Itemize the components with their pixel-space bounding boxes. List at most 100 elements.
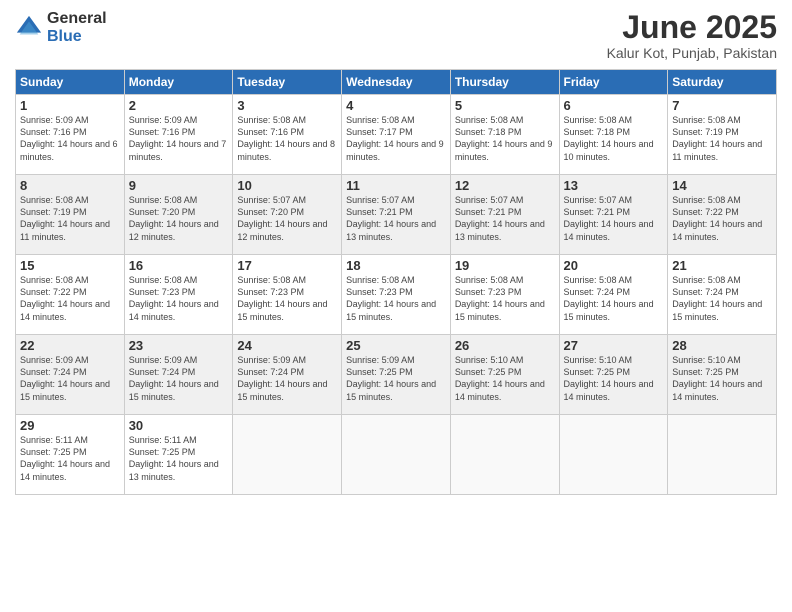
day-info: Sunrise: 5:10 AM Sunset: 7:25 PM Dayligh… [672,354,772,403]
day-info: Sunrise: 5:08 AM Sunset: 7:18 PM Dayligh… [564,114,664,163]
day-info: Sunrise: 5:08 AM Sunset: 7:17 PM Dayligh… [346,114,446,163]
day-info: Sunrise: 5:07 AM Sunset: 7:21 PM Dayligh… [564,194,664,243]
table-row: 11 Sunrise: 5:07 AM Sunset: 7:21 PM Dayl… [342,175,451,255]
day-info: Sunrise: 5:07 AM Sunset: 7:20 PM Dayligh… [237,194,337,243]
calendar-page: General Blue June 2025 Kalur Kot, Punjab… [0,0,792,612]
table-row: 6 Sunrise: 5:08 AM Sunset: 7:18 PM Dayli… [559,95,668,175]
day-info: Sunrise: 5:08 AM Sunset: 7:23 PM Dayligh… [237,274,337,323]
table-row: 16 Sunrise: 5:08 AM Sunset: 7:23 PM Dayl… [124,255,233,335]
table-row: 23 Sunrise: 5:09 AM Sunset: 7:24 PM Dayl… [124,335,233,415]
day-info: Sunrise: 5:08 AM Sunset: 7:19 PM Dayligh… [20,194,120,243]
col-saturday: Saturday [668,70,777,95]
day-number: 24 [237,338,337,353]
table-row: 5 Sunrise: 5:08 AM Sunset: 7:18 PM Dayli… [450,95,559,175]
day-number: 16 [129,258,229,273]
day-number: 21 [672,258,772,273]
day-number: 14 [672,178,772,193]
day-info: Sunrise: 5:10 AM Sunset: 7:25 PM Dayligh… [564,354,664,403]
day-info: Sunrise: 5:08 AM Sunset: 7:23 PM Dayligh… [346,274,446,323]
calendar-week-row: 29 Sunrise: 5:11 AM Sunset: 7:25 PM Dayl… [16,415,777,495]
table-row [668,415,777,495]
day-info: Sunrise: 5:10 AM Sunset: 7:25 PM Dayligh… [455,354,555,403]
col-thursday: Thursday [450,70,559,95]
day-number: 4 [346,98,446,113]
table-row: 17 Sunrise: 5:08 AM Sunset: 7:23 PM Dayl… [233,255,342,335]
day-info: Sunrise: 5:07 AM Sunset: 7:21 PM Dayligh… [455,194,555,243]
day-number: 15 [20,258,120,273]
day-info: Sunrise: 5:08 AM Sunset: 7:24 PM Dayligh… [672,274,772,323]
day-info: Sunrise: 5:11 AM Sunset: 7:25 PM Dayligh… [20,434,120,483]
day-info: Sunrise: 5:09 AM Sunset: 7:25 PM Dayligh… [346,354,446,403]
table-row: 21 Sunrise: 5:08 AM Sunset: 7:24 PM Dayl… [668,255,777,335]
day-number: 12 [455,178,555,193]
table-row: 18 Sunrise: 5:08 AM Sunset: 7:23 PM Dayl… [342,255,451,335]
calendar-header-row: Sunday Monday Tuesday Wednesday Thursday… [16,70,777,95]
table-row: 7 Sunrise: 5:08 AM Sunset: 7:19 PM Dayli… [668,95,777,175]
day-number: 7 [672,98,772,113]
day-number: 5 [455,98,555,113]
table-row: 22 Sunrise: 5:09 AM Sunset: 7:24 PM Dayl… [16,335,125,415]
calendar-week-row: 8 Sunrise: 5:08 AM Sunset: 7:19 PM Dayli… [16,175,777,255]
table-row: 24 Sunrise: 5:09 AM Sunset: 7:24 PM Dayl… [233,335,342,415]
table-row [342,415,451,495]
calendar-week-row: 22 Sunrise: 5:09 AM Sunset: 7:24 PM Dayl… [16,335,777,415]
table-row: 28 Sunrise: 5:10 AM Sunset: 7:25 PM Dayl… [668,335,777,415]
day-info: Sunrise: 5:08 AM Sunset: 7:20 PM Dayligh… [129,194,229,243]
day-info: Sunrise: 5:08 AM Sunset: 7:16 PM Dayligh… [237,114,337,163]
day-info: Sunrise: 5:08 AM Sunset: 7:19 PM Dayligh… [672,114,772,163]
day-number: 23 [129,338,229,353]
table-row: 4 Sunrise: 5:08 AM Sunset: 7:17 PM Dayli… [342,95,451,175]
logo: General Blue [15,10,107,45]
table-row: 1 Sunrise: 5:09 AM Sunset: 7:16 PM Dayli… [16,95,125,175]
col-sunday: Sunday [16,70,125,95]
day-info: Sunrise: 5:08 AM Sunset: 7:23 PM Dayligh… [129,274,229,323]
table-row [450,415,559,495]
calendar-table: Sunday Monday Tuesday Wednesday Thursday… [15,69,777,495]
table-row: 3 Sunrise: 5:08 AM Sunset: 7:16 PM Dayli… [233,95,342,175]
table-row: 29 Sunrise: 5:11 AM Sunset: 7:25 PM Dayl… [16,415,125,495]
day-number: 19 [455,258,555,273]
table-row: 2 Sunrise: 5:09 AM Sunset: 7:16 PM Dayli… [124,95,233,175]
day-number: 20 [564,258,664,273]
col-wednesday: Wednesday [342,70,451,95]
day-number: 2 [129,98,229,113]
day-number: 28 [672,338,772,353]
calendar-week-row: 15 Sunrise: 5:08 AM Sunset: 7:22 PM Dayl… [16,255,777,335]
logo-icon [15,14,43,42]
day-number: 8 [20,178,120,193]
table-row: 10 Sunrise: 5:07 AM Sunset: 7:20 PM Dayl… [233,175,342,255]
calendar-week-row: 1 Sunrise: 5:09 AM Sunset: 7:16 PM Dayli… [16,95,777,175]
day-number: 13 [564,178,664,193]
day-info: Sunrise: 5:08 AM Sunset: 7:22 PM Dayligh… [672,194,772,243]
table-row: 8 Sunrise: 5:08 AM Sunset: 7:19 PM Dayli… [16,175,125,255]
table-row: 12 Sunrise: 5:07 AM Sunset: 7:21 PM Dayl… [450,175,559,255]
table-row [233,415,342,495]
day-number: 11 [346,178,446,193]
table-row: 20 Sunrise: 5:08 AM Sunset: 7:24 PM Dayl… [559,255,668,335]
day-info: Sunrise: 5:08 AM Sunset: 7:23 PM Dayligh… [455,274,555,323]
day-info: Sunrise: 5:09 AM Sunset: 7:24 PM Dayligh… [237,354,337,403]
day-info: Sunrise: 5:09 AM Sunset: 7:16 PM Dayligh… [20,114,120,163]
day-number: 18 [346,258,446,273]
title-block: June 2025 Kalur Kot, Punjab, Pakistan [607,10,777,61]
table-row: 30 Sunrise: 5:11 AM Sunset: 7:25 PM Dayl… [124,415,233,495]
day-info: Sunrise: 5:09 AM Sunset: 7:24 PM Dayligh… [20,354,120,403]
day-number: 27 [564,338,664,353]
day-number: 6 [564,98,664,113]
day-info: Sunrise: 5:09 AM Sunset: 7:24 PM Dayligh… [129,354,229,403]
col-friday: Friday [559,70,668,95]
table-row: 14 Sunrise: 5:08 AM Sunset: 7:22 PM Dayl… [668,175,777,255]
table-row: 13 Sunrise: 5:07 AM Sunset: 7:21 PM Dayl… [559,175,668,255]
day-info: Sunrise: 5:08 AM Sunset: 7:24 PM Dayligh… [564,274,664,323]
table-row: 26 Sunrise: 5:10 AM Sunset: 7:25 PM Dayl… [450,335,559,415]
col-monday: Monday [124,70,233,95]
day-number: 10 [237,178,337,193]
table-row: 19 Sunrise: 5:08 AM Sunset: 7:23 PM Dayl… [450,255,559,335]
day-number: 29 [20,418,120,433]
col-tuesday: Tuesday [233,70,342,95]
table-row [559,415,668,495]
day-number: 9 [129,178,229,193]
day-info: Sunrise: 5:11 AM Sunset: 7:25 PM Dayligh… [129,434,229,483]
day-number: 1 [20,98,120,113]
day-info: Sunrise: 5:07 AM Sunset: 7:21 PM Dayligh… [346,194,446,243]
